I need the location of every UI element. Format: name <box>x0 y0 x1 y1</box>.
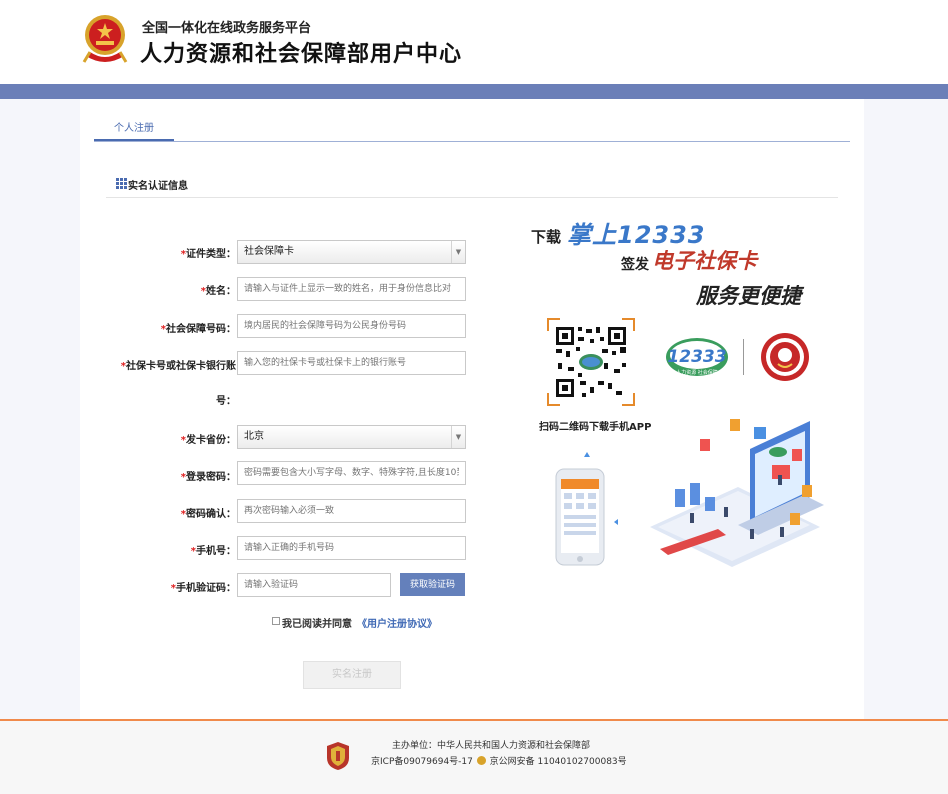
section-divider <box>106 197 838 198</box>
police-badge-icon <box>327 742 349 770</box>
sms-code-label: *手机验证码： <box>170 583 236 594</box>
id-type-label: *证件类型： <box>180 249 236 260</box>
app-12333-logo-icon: 12333 人力资源 社会保障 <box>666 338 728 376</box>
password-input[interactable] <box>237 461 466 485</box>
id-type-select[interactable]: 社会保障卡 ▼ <box>237 240 466 264</box>
user-agreement-link[interactable]: 《用户注册协议》 <box>357 615 437 630</box>
province-select[interactable]: 北京 ▼ <box>237 425 466 449</box>
ss-number-input[interactable] <box>237 314 466 338</box>
header-divider-bar <box>0 84 948 99</box>
site-header: 全国一体化在线政务服务平台 人力资源和社会保障部用户中心 <box>0 0 948 84</box>
phone-label: *手机号： <box>190 546 236 557</box>
icp-record-line: 京ICP备09079694号-17 京公网安备 11040102700083号 <box>371 754 627 767</box>
logo-divider <box>743 339 744 375</box>
logo-12333-text: 12333 <box>667 347 726 367</box>
chevron-down-icon: ▼ <box>451 426 465 448</box>
card-number-label-continued: 号： <box>216 396 236 407</box>
agree-text: 我已阅读并同意 <box>282 619 352 630</box>
registration-panel: 个人注册 实名认证信息 *证件类型： 社会保障卡 ▼ *姓名： *社会保障号码：… <box>80 99 864 719</box>
police-record-icon <box>476 756 486 765</box>
name-input[interactable] <box>237 277 466 301</box>
police-record-link[interactable]: 京公网安备 11040102700083号 <box>490 757 627 767</box>
national-emblem-icon <box>82 15 128 63</box>
mobile-app-illustration <box>555 419 824 567</box>
social-security-emblem-icon <box>761 333 809 381</box>
platform-title: 全国一体化在线政务服务平台 <box>142 21 312 36</box>
host-organization-text: 主办单位：中华人民共和国人力资源和社会保障部 <box>392 741 591 751</box>
logo-12333-sub-text: 人力资源 社会保障 <box>676 369 718 376</box>
tab-bar-divider <box>94 141 850 142</box>
submit-registration-button[interactable]: 实名注册 <box>303 661 401 689</box>
promo-issue-text: 签发 <box>621 257 649 273</box>
card-number-label: *社保卡号或社保卡银行账 <box>120 361 236 372</box>
grid-icon <box>116 178 127 189</box>
chevron-down-icon: ▼ <box>451 241 465 263</box>
site-footer: 主办单位：中华人民共和国人力资源和社会保障部 京ICP备09079694号-17… <box>0 721 948 794</box>
password-label: *登录密码： <box>180 472 236 483</box>
password-confirm-input[interactable] <box>237 499 466 523</box>
qr-code-icon <box>547 318 635 406</box>
name-label: *姓名： <box>200 286 236 297</box>
ss-number-label: *社会保障号码： <box>160 324 236 335</box>
agree-checkbox[interactable] <box>272 617 280 625</box>
id-type-value: 社会保障卡 <box>244 246 294 257</box>
page-title: 人力资源和社会保障部用户中心 <box>140 42 463 67</box>
card-number-input[interactable] <box>237 351 466 375</box>
section-title: 实名认证信息 <box>128 181 188 192</box>
password-confirm-label: *密码确认： <box>180 509 236 520</box>
get-sms-code-button[interactable]: 获取验证码 <box>400 573 465 596</box>
promo-slogan: 服务更便捷 <box>696 284 801 308</box>
tab-personal-registration[interactable]: 个人注册 <box>94 119 174 134</box>
sms-code-input[interactable] <box>237 573 391 597</box>
province-label: *发卡省份： <box>180 435 236 446</box>
phone-input[interactable] <box>237 536 466 560</box>
icp-record-link[interactable]: 京ICP备09079694号-17 <box>371 757 473 767</box>
promo-card-name: 电子社保卡 <box>652 249 757 273</box>
province-value: 北京 <box>244 431 264 442</box>
promo-download-text: 下载 <box>531 228 562 246</box>
